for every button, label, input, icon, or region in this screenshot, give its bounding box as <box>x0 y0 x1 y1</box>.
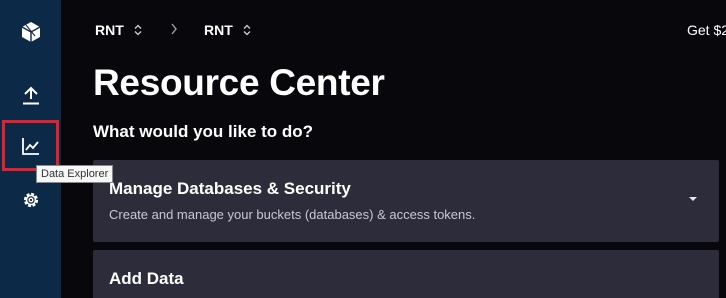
breadcrumb-bucket[interactable]: RNT <box>204 22 251 38</box>
page-subtitle: What would you like to do? <box>93 122 314 141</box>
sidebar-item-settings[interactable] <box>0 182 61 218</box>
sidebar-logo[interactable] <box>0 14 61 50</box>
page-title: Resource Center <box>93 62 385 103</box>
gear-icon <box>23 192 38 208</box>
upload-icon <box>22 86 39 105</box>
sidebar-item-load-data[interactable] <box>0 78 61 114</box>
data-explorer-tooltip: Data Explorer <box>36 165 114 183</box>
cube-logo-icon <box>21 22 40 42</box>
sort-arrows-icon <box>243 24 251 36</box>
chevron-right-icon <box>171 23 177 35</box>
breadcrumb-org-label: RNT <box>95 22 124 38</box>
card-manage-databases[interactable]: Manage Databases & Security Create and m… <box>93 160 719 242</box>
sort-arrows-icon <box>134 24 142 36</box>
breadcrumb-bucket-label: RNT <box>204 22 233 38</box>
card-description: Create and manage your buckets (database… <box>109 207 476 222</box>
card-add-data[interactable]: Add Data <box>93 250 719 298</box>
card-title: Manage Databases & Security <box>109 179 351 198</box>
top-bar: RNT RNT Get $2 <box>61 0 726 62</box>
data-explorer-highlight <box>2 120 59 171</box>
caret-down-icon[interactable] <box>689 197 697 201</box>
breadcrumb-org[interactable]: RNT <box>95 22 142 38</box>
card-title: Add Data <box>109 269 184 288</box>
get-credit-link[interactable]: Get $2 <box>687 22 726 38</box>
app-root: Data Explorer RNT RNT Get $2 Resource Ce… <box>0 0 726 298</box>
